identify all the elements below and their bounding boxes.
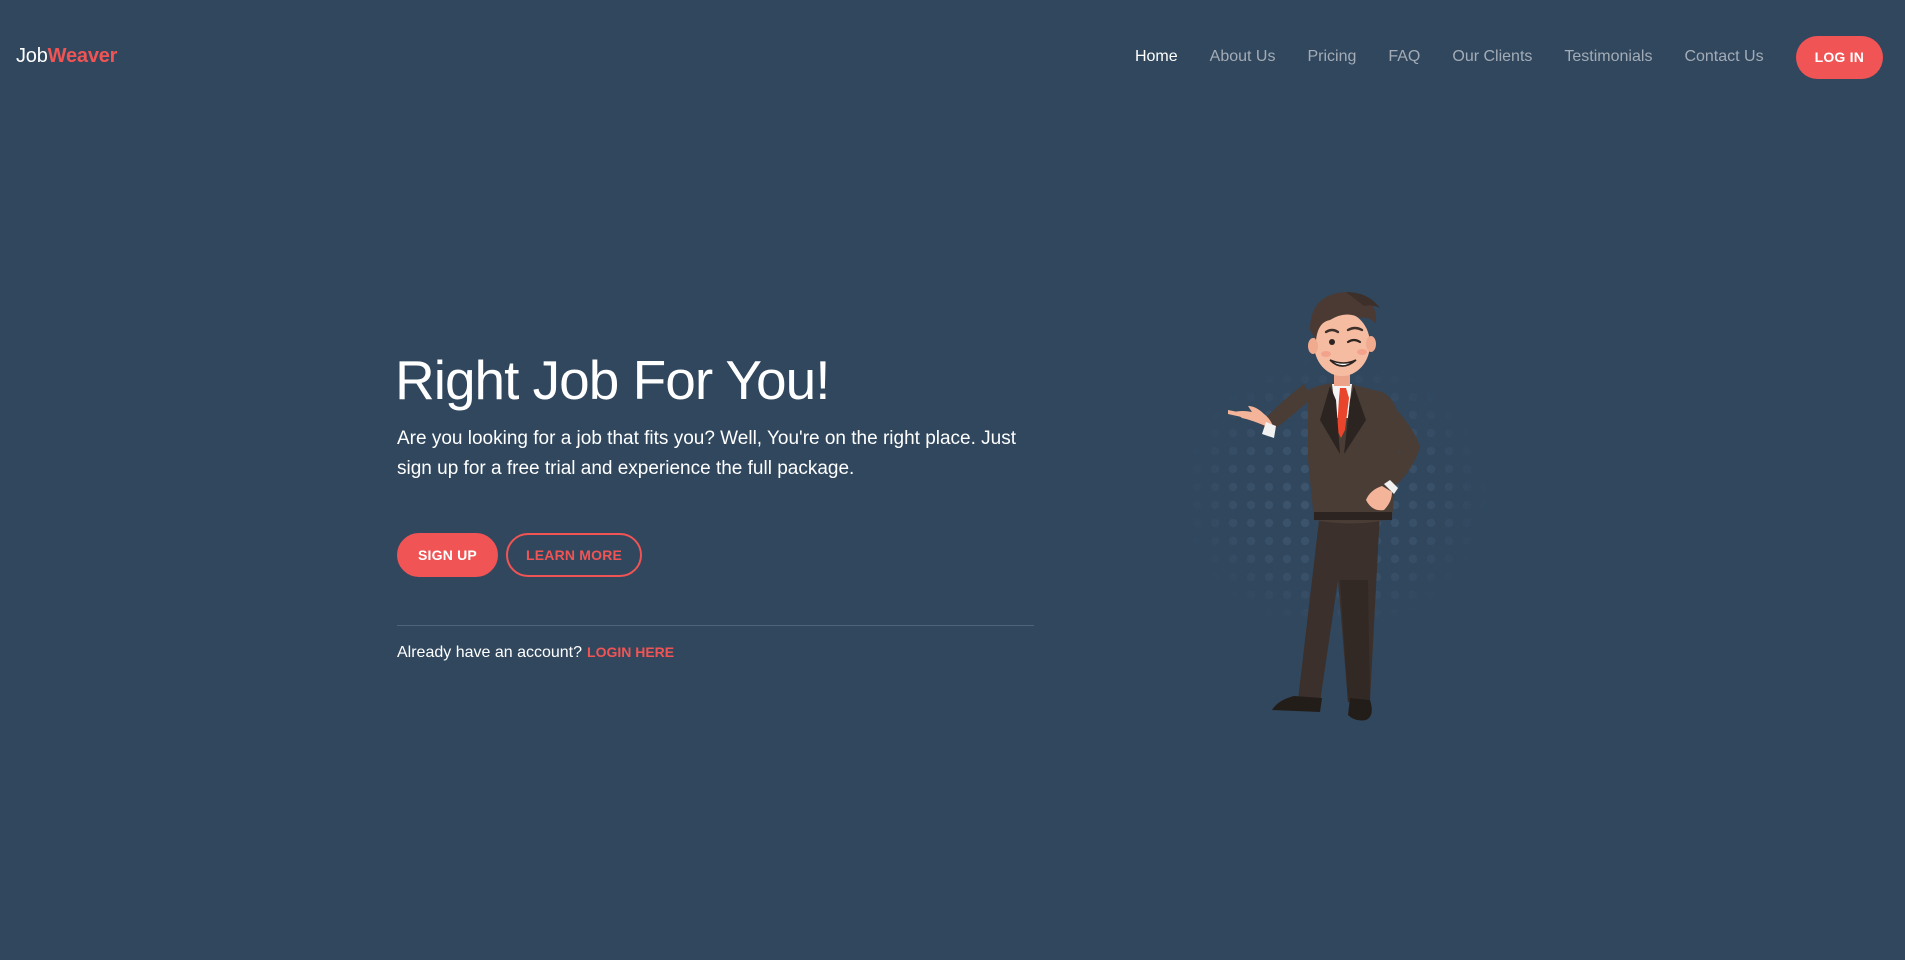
account-prompt-text: Already have an account? xyxy=(397,644,583,661)
learn-more-button[interactable]: LEARN MORE xyxy=(505,533,643,577)
nav-link-about-us[interactable]: About Us xyxy=(1210,48,1276,66)
account-prompt-row: Already have an account? LOGIN HERE xyxy=(397,644,674,662)
brand-logo[interactable]: JobWeaver xyxy=(16,45,117,68)
nav-links: Home About Us Pricing FAQ Our Clients Te… xyxy=(1135,35,1883,79)
divider xyxy=(397,625,1034,626)
hero-buttons: SIGN UP LEARN MORE xyxy=(397,533,643,577)
hero-title: Right Job For You! xyxy=(395,349,831,411)
hero-subtitle: Are you looking for a job that fits you?… xyxy=(397,428,1017,479)
nav-link-home[interactable]: Home xyxy=(1135,48,1178,66)
businessman-pointing-illustration xyxy=(1170,280,1500,740)
sign-up-button[interactable]: SIGN UP xyxy=(397,533,498,577)
login-here-link[interactable]: LOGIN HERE xyxy=(587,644,674,660)
brand-accent: Weaver xyxy=(47,45,118,67)
navbar: JobWeaver Home About Us Pricing FAQ Our … xyxy=(0,0,1905,114)
nav-link-our-clients[interactable]: Our Clients xyxy=(1452,48,1532,66)
nav-link-faq[interactable]: FAQ xyxy=(1388,48,1420,66)
brand-prefix: Job xyxy=(16,45,48,67)
nav-link-testimonials[interactable]: Testimonials xyxy=(1564,48,1652,66)
nav-link-pricing[interactable]: Pricing xyxy=(1307,48,1356,66)
nav-link-contact-us[interactable]: Contact Us xyxy=(1684,48,1763,66)
login-button[interactable]: LOG IN xyxy=(1795,35,1883,79)
